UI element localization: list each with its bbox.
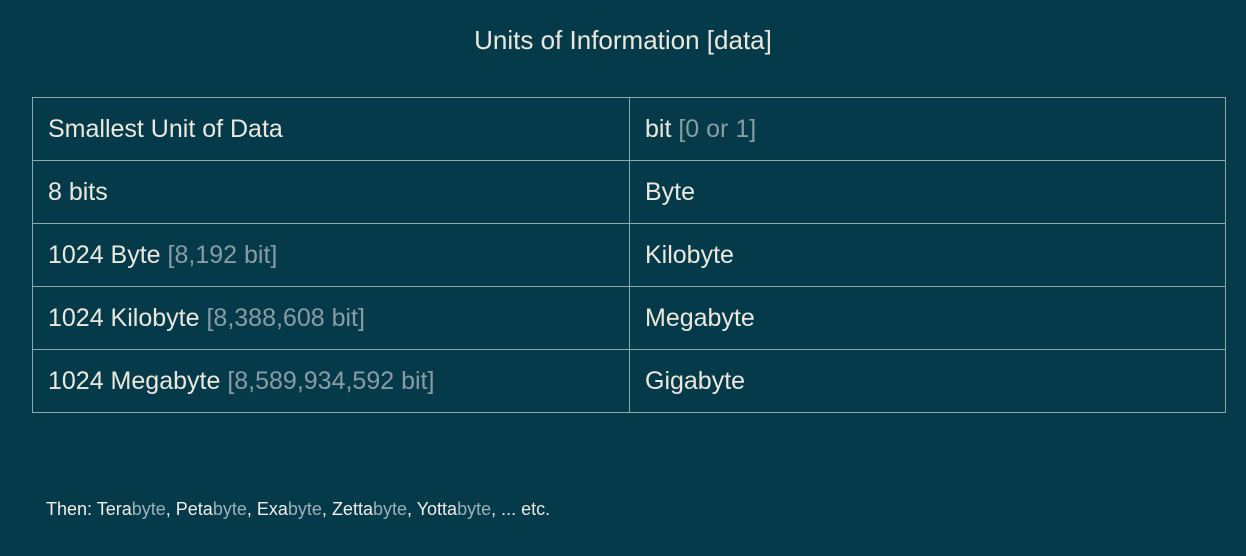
footer-unit-prefix: Tera xyxy=(96,499,132,519)
cell-main-text: Megabyte xyxy=(645,303,755,332)
cell-main-text: Byte xyxy=(645,177,696,206)
footer-unit-suffix: byte xyxy=(372,499,407,519)
footer-separator: , xyxy=(165,499,176,519)
footer-unit-prefix: Exa xyxy=(256,499,288,519)
footer-separator: , xyxy=(407,499,417,519)
table-cell-left: 8 bits xyxy=(32,160,630,224)
footer-unit-suffix: byte xyxy=(131,499,166,519)
footer-unit-suffix: byte xyxy=(212,499,247,519)
footer-tail: , ... etc. xyxy=(491,499,551,519)
cell-main-text: bit xyxy=(645,114,672,143)
footer-unit-prefix: Peta xyxy=(175,499,213,519)
table-cell-right: Byte xyxy=(629,160,1226,224)
table-row: 1024 Byte [8,192 bit] Kilobyte xyxy=(32,223,1226,287)
table-row: 8 bits Byte xyxy=(32,160,1226,224)
page-title: Units of Information [data] xyxy=(474,25,772,55)
cell-main-text: 1024 Byte xyxy=(48,240,161,269)
cell-note-text: [8,192 bit] xyxy=(167,240,278,269)
table-cell-right: bit [0 or 1] xyxy=(629,97,1226,161)
table-cell-left: 1024 Megabyte [8,589,934,592 bit] xyxy=(32,349,630,413)
cell-main-text: 1024 Megabyte xyxy=(48,366,221,395)
table-cell-left: 1024 Byte [8,192 bit] xyxy=(32,223,630,287)
cell-main-text: Smallest Unit of Data xyxy=(48,114,283,143)
table-cell-left: 1024 Kilobyte [8,388,608 bit] xyxy=(32,286,630,350)
cell-main-text: 1024 Kilobyte xyxy=(48,303,200,332)
table-cell-left: Smallest Unit of Data xyxy=(32,97,630,161)
footer-unit-prefix: Zetta xyxy=(331,499,373,519)
cell-note-text: [8,589,934,592 bit] xyxy=(227,366,435,395)
cell-note-text: [0 or 1] xyxy=(678,114,757,143)
table-cell-right: Kilobyte xyxy=(629,223,1226,287)
cell-main-text: Kilobyte xyxy=(645,240,734,269)
cell-main-text: 8 bits xyxy=(48,177,108,206)
footer-unit-prefix: Yotta xyxy=(416,499,458,519)
table-row: Smallest Unit of Data bit [0 or 1] xyxy=(32,97,1226,161)
footer-unit-suffix: byte xyxy=(287,499,322,519)
footer-separator: , xyxy=(321,499,332,519)
footer-unit-suffix: byte xyxy=(457,499,492,519)
cell-main-text: Gigabyte xyxy=(645,366,746,395)
footer-note: Then: Terabyte, Petabyte, Exabyte, Zetta… xyxy=(46,498,550,520)
table-cell-right: Megabyte xyxy=(629,286,1226,350)
cell-note-text: [8,388,608 bit] xyxy=(206,303,365,332)
table-cell-right: Gigabyte xyxy=(629,349,1226,413)
footer-separator: , xyxy=(246,499,257,519)
footer-label: Then: xyxy=(46,499,93,519)
table-row: 1024 Kilobyte [8,388,608 bit] Megabyte xyxy=(32,286,1226,350)
table-row: 1024 Megabyte [8,589,934,592 bit] Gigaby… xyxy=(32,349,1226,413)
units-table: Smallest Unit of Data bit [0 or 1] 8 bit… xyxy=(32,97,1226,413)
